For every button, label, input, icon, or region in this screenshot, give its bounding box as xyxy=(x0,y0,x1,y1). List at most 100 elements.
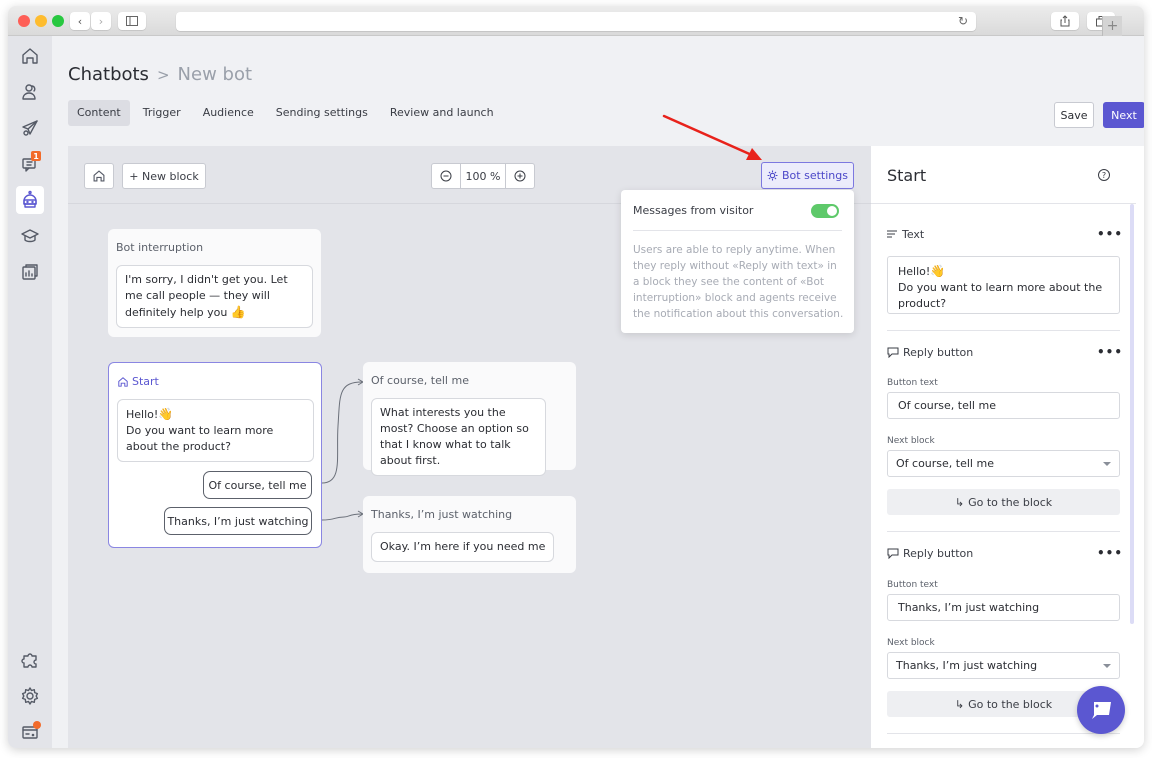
graduation-cap-icon xyxy=(21,229,39,243)
message-line: Do you want to learn more about the prod… xyxy=(898,281,1103,310)
sidebar-toggle-icon xyxy=(126,16,138,26)
reply-section-more-button[interactable]: ••• xyxy=(1097,546,1123,560)
messages-from-visitor-description: Users are able to reply anytime. When th… xyxy=(633,244,844,320)
divider xyxy=(887,733,1120,734)
panel-scrollbar[interactable] xyxy=(1130,204,1134,624)
sidebar-toggle-button[interactable] xyxy=(118,12,146,30)
block-settings-panel: Start ? Text ••• Hello!👋 Do you want to … xyxy=(871,146,1144,748)
sidebar-item-conversations[interactable]: 1 xyxy=(16,150,44,178)
block-title: Bot interruption xyxy=(116,241,204,254)
return-arrow-icon: ↳ xyxy=(954,495,965,509)
block-of-course-tell-me[interactable]: Of course, tell me What interests you th… xyxy=(363,362,576,476)
breadcrumb: Chatbots > New bot xyxy=(68,64,252,85)
sidebar-item-chatbots[interactable] xyxy=(16,186,44,214)
next-button[interactable]: Next xyxy=(1103,102,1144,128)
section-label: Reply button xyxy=(903,346,974,359)
sidebar-item-integrations[interactable] xyxy=(16,646,44,674)
sidebar-item-reports[interactable] xyxy=(16,258,44,286)
go-to-block-button[interactable]: ↳ Go to the block xyxy=(887,489,1120,515)
tab-trigger[interactable]: Trigger xyxy=(134,100,190,126)
plus-icon: + xyxy=(1106,18,1119,34)
bot-icon xyxy=(23,190,37,208)
share-button[interactable] xyxy=(1051,12,1079,30)
divider xyxy=(887,330,1120,331)
forward-button[interactable]: › xyxy=(91,12,111,30)
message-text: I'm sorry, I didn't get you. Let me call… xyxy=(125,273,288,319)
zoom-in-button[interactable] xyxy=(506,164,534,188)
reply-button-watching[interactable]: Thanks, I’m just watching xyxy=(164,507,312,535)
next-block-select[interactable]: Of course, tell me xyxy=(887,450,1120,477)
sidebar-item-home[interactable] xyxy=(16,42,44,70)
home-icon xyxy=(93,170,105,182)
unread-badge: 1 xyxy=(31,151,41,161)
block-message: What interests you the most? Choose an o… xyxy=(371,398,546,476)
canvas-home-button[interactable] xyxy=(84,163,114,189)
reply-section-more-button[interactable]: ••• xyxy=(1097,345,1123,359)
zoom-control: 100 % xyxy=(431,163,535,189)
zoom-out-button[interactable] xyxy=(432,164,460,188)
divider xyxy=(887,531,1120,532)
sidebar-item-campaigns[interactable] xyxy=(16,114,44,142)
block-message: Hello!👋 Do you want to learn more about … xyxy=(117,399,314,462)
sidebar-item-billing[interactable] xyxy=(16,718,44,746)
block-just-watching[interactable]: Thanks, I’m just watching Okay. I’m here… xyxy=(363,496,576,573)
speech-bubble-icon xyxy=(887,347,899,358)
go-to-block-label: Go to the block xyxy=(968,697,1053,711)
connector-tell-me xyxy=(321,381,363,484)
breadcrumb-current: New bot xyxy=(177,64,253,85)
tab-content[interactable]: Content xyxy=(68,100,130,126)
tab-sending-settings[interactable]: Sending settings xyxy=(267,100,377,126)
plus-circle-icon xyxy=(514,170,526,182)
block-bot-interruption[interactable]: Bot interruption I'm sorry, I didn't get… xyxy=(108,229,321,337)
help-icon[interactable]: ? xyxy=(1098,169,1110,181)
reply-button-tell-me[interactable]: Of course, tell me xyxy=(203,471,312,499)
reload-icon[interactable]: ↻ xyxy=(958,14,968,28)
messages-from-visitor-toggle[interactable] xyxy=(811,204,839,218)
text-section-more-button[interactable]: ••• xyxy=(1097,227,1123,241)
text-section-header: Text xyxy=(887,228,924,241)
section-label: Text xyxy=(902,228,925,241)
browser-titlebar: ‹ › ↻ + xyxy=(8,6,1144,36)
button-text-label: Button text xyxy=(887,580,938,590)
maximize-window-button[interactable] xyxy=(52,15,64,27)
text-message-input[interactable]: Hello!👋 Do you want to learn more about … xyxy=(887,256,1120,314)
message-line: Do you want to learn more about the prod… xyxy=(126,424,274,453)
reply-section-header: Reply button xyxy=(887,346,973,359)
next-block-select[interactable]: Thanks, I’m just watching xyxy=(887,652,1120,679)
flow-canvas[interactable]: + New block 100 % Bot settings Bot inter… xyxy=(68,146,871,748)
minimize-window-button[interactable] xyxy=(35,15,47,27)
text-lines-icon xyxy=(887,230,897,238)
users-icon xyxy=(22,84,36,100)
sidebar-item-contacts[interactable] xyxy=(16,78,44,106)
bot-settings-button[interactable]: Bot settings xyxy=(761,162,854,189)
chevron-right-icon: › xyxy=(98,14,104,28)
new-block-button[interactable]: + New block xyxy=(122,163,206,189)
button-text-input[interactable]: Of course, tell me xyxy=(887,392,1120,419)
sidebar-item-settings[interactable] xyxy=(16,682,44,710)
message-line: Hello! xyxy=(898,265,931,278)
report-icon xyxy=(22,264,38,280)
app-sidebar: 1 xyxy=(8,36,52,748)
panel-header: Start ? xyxy=(871,146,1136,204)
chevron-down-icon xyxy=(1103,461,1111,466)
block-start[interactable]: Start Hello!👋 Do you want to learn more … xyxy=(108,362,322,548)
minus-circle-icon xyxy=(440,170,452,182)
notification-dot xyxy=(33,721,41,729)
breadcrumb-separator: > xyxy=(156,65,170,84)
breadcrumb-root[interactable]: Chatbots xyxy=(68,64,149,85)
tab-review-and-launch[interactable]: Review and launch xyxy=(381,100,503,126)
block-title-text: Start xyxy=(132,375,159,388)
chevron-left-icon: ‹ xyxy=(77,14,83,28)
reply-section-header: Reply button xyxy=(887,547,973,560)
button-text-input[interactable]: Thanks, I’m just watching xyxy=(887,594,1120,621)
new-tab-button[interactable]: + xyxy=(1102,16,1122,36)
save-button[interactable]: Save xyxy=(1054,102,1094,128)
chat-widget-button[interactable] xyxy=(1077,686,1125,734)
section-label: Reply button xyxy=(903,547,974,560)
chevron-down-icon xyxy=(1103,663,1111,668)
address-bar[interactable]: ↻ xyxy=(176,12,976,31)
back-button[interactable]: ‹ xyxy=(70,12,90,30)
close-window-button[interactable] xyxy=(18,15,30,27)
tab-audience[interactable]: Audience xyxy=(194,100,263,126)
sidebar-item-academy[interactable] xyxy=(16,222,44,250)
